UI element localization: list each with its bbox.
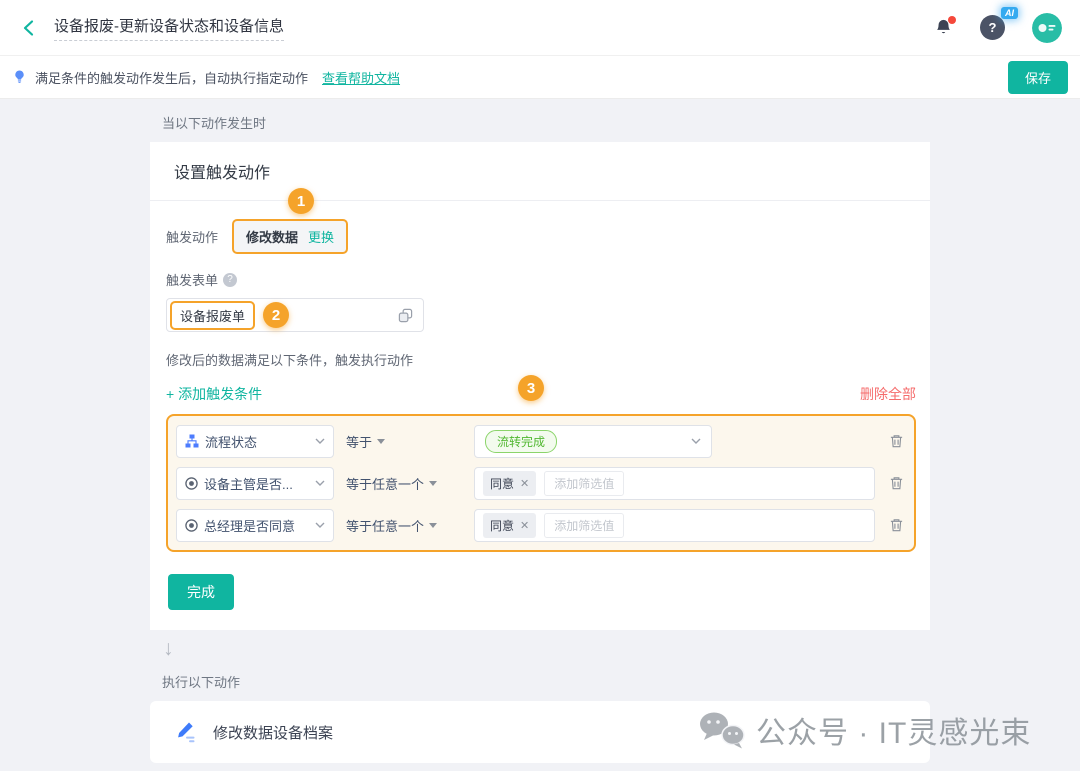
condition-operator-dropdown[interactable]: 等于任意一个 <box>346 474 462 493</box>
radio-field-icon <box>185 477 198 490</box>
conditions-box: 流程状态 等于 流转完成 <box>166 414 916 552</box>
trigger-form-label: 触发表单 <box>166 270 218 289</box>
main-content: 当以下动作发生时 设置触发动作 1 触发动作 修改数据 更换 触发表单 ? <box>0 100 1080 771</box>
condition-operator-label: 等于任意一个 <box>346 474 424 493</box>
annotation-badge-3: 3 <box>518 375 544 401</box>
lightbulb-icon <box>12 69 27 85</box>
save-button[interactable]: 保存 <box>1008 61 1068 94</box>
trigger-section-label: 当以下动作发生时 <box>150 100 930 142</box>
trash-icon <box>889 475 904 491</box>
help-button[interactable]: ? AI <box>980 15 1005 40</box>
remove-tag-icon[interactable]: ✕ <box>520 477 529 490</box>
trigger-form-select[interactable]: 设备报废单 2 <box>166 298 424 332</box>
form-link-icon[interactable] <box>398 308 413 323</box>
trigger-form-value: 设备报废单 <box>170 301 255 330</box>
add-filter-placeholder[interactable]: 添加筛选值 <box>544 471 624 496</box>
condition-field-select[interactable]: 总经理是否同意 <box>176 509 334 542</box>
flow-down-arrow: ↓ <box>150 630 930 659</box>
trigger-action-label: 触发动作 <box>166 227 218 246</box>
add-filter-placeholder[interactable]: 添加筛选值 <box>544 513 624 538</box>
ai-badge: AI <box>1001 7 1018 19</box>
filter-value-tag: 同意 ✕ <box>483 471 536 496</box>
chevron-down-icon <box>315 438 325 444</box>
caret-down-icon <box>429 481 437 486</box>
condition-row: 设备主管是否... 等于任意一个 同意 ✕ 添加筛选值 <box>176 466 906 500</box>
conditions-hint: 修改后的数据满足以下条件，触发执行动作 <box>166 350 916 369</box>
caret-down-icon <box>429 523 437 528</box>
avatar-logo-icon <box>1032 13 1062 43</box>
condition-row: 流程状态 等于 流转完成 <box>176 424 906 458</box>
condition-field-select[interactable]: 设备主管是否... <box>176 467 334 500</box>
condition-row: 总经理是否同意 等于任意一个 同意 ✕ 添加筛选值 <box>176 508 906 542</box>
trigger-action-chip[interactable]: 修改数据 更换 <box>232 219 348 254</box>
execute-section-label: 执行以下动作 <box>150 659 930 701</box>
condition-field-label: 设备主管是否... <box>204 474 293 493</box>
status-tag: 流转完成 <box>485 430 557 453</box>
chevron-left-icon <box>20 19 38 37</box>
condition-value-input[interactable]: 同意 ✕ 添加筛选值 <box>474 509 875 542</box>
delete-condition-button[interactable] <box>887 431 906 451</box>
delete-condition-button[interactable] <box>887 473 906 493</box>
user-avatar[interactable] <box>1032 13 1062 43</box>
trigger-settings-card: 设置触发动作 1 触发动作 修改数据 更换 触发表单 ? 设备报废单 <box>150 142 930 630</box>
condition-field-select[interactable]: 流程状态 <box>176 425 334 458</box>
caret-down-icon <box>377 439 385 444</box>
trigger-action-value: 修改数据 <box>246 227 298 246</box>
condition-value-select[interactable]: 流转完成 <box>474 425 712 458</box>
edit-data-icon <box>174 720 199 744</box>
workflow-status-icon <box>185 434 199 448</box>
tip-text: 满足条件的触发动作发生后，自动执行指定动作 <box>35 68 308 87</box>
condition-operator-label: 等于任意一个 <box>346 516 424 535</box>
done-button[interactable]: 完成 <box>168 574 234 610</box>
trash-icon <box>889 433 904 449</box>
add-condition-button[interactable]: + 添加触发条件 <box>166 384 262 404</box>
trigger-card-header: 设置触发动作 1 <box>150 142 930 201</box>
chevron-down-icon <box>315 522 325 528</box>
delete-condition-button[interactable] <box>887 515 906 535</box>
chevron-down-icon <box>315 480 325 486</box>
question-mark-icon: ? <box>989 20 997 35</box>
delete-all-button[interactable]: 删除全部 <box>860 384 916 404</box>
filter-value-label: 同意 <box>490 517 514 534</box>
condition-field-label: 总经理是否同意 <box>204 516 295 535</box>
tip-bar: 满足条件的触发动作发生后，自动执行指定动作 查看帮助文档 保存 <box>0 56 1080 99</box>
notification-bell-button[interactable] <box>934 18 953 37</box>
trash-icon <box>889 517 904 533</box>
annotation-badge-1: 1 <box>288 188 314 214</box>
condition-value-input[interactable]: 同意 ✕ 添加筛选值 <box>474 467 875 500</box>
page-title: 设备报废-更新设备状态和设备信息 <box>54 15 284 41</box>
radio-field-icon <box>185 519 198 532</box>
execute-action-title: 修改数据设备档案 <box>213 722 333 743</box>
chevron-down-icon <box>691 438 701 444</box>
top-header: 设备报废-更新设备状态和设备信息 ? AI <box>0 0 1080 56</box>
condition-operator-dropdown[interactable]: 等于任意一个 <box>346 516 462 535</box>
annotation-badge-2: 2 <box>263 302 289 328</box>
condition-operator-dropdown[interactable]: 等于 <box>346 432 462 451</box>
change-action-link[interactable]: 更换 <box>308 227 334 246</box>
help-doc-link[interactable]: 查看帮助文档 <box>322 68 400 87</box>
remove-tag-icon[interactable]: ✕ <box>520 519 529 532</box>
condition-operator-label: 等于 <box>346 432 372 451</box>
notification-dot <box>948 16 956 24</box>
condition-field-label: 流程状态 <box>205 432 257 451</box>
trigger-card-title: 设置触发动作 <box>174 165 270 182</box>
tooltip-question-icon[interactable]: ? <box>223 273 237 287</box>
back-button[interactable] <box>20 19 38 37</box>
filter-value-label: 同意 <box>490 475 514 492</box>
filter-value-tag: 同意 ✕ <box>483 513 536 538</box>
execute-action-card[interactable]: 修改数据设备档案 <box>150 701 930 763</box>
